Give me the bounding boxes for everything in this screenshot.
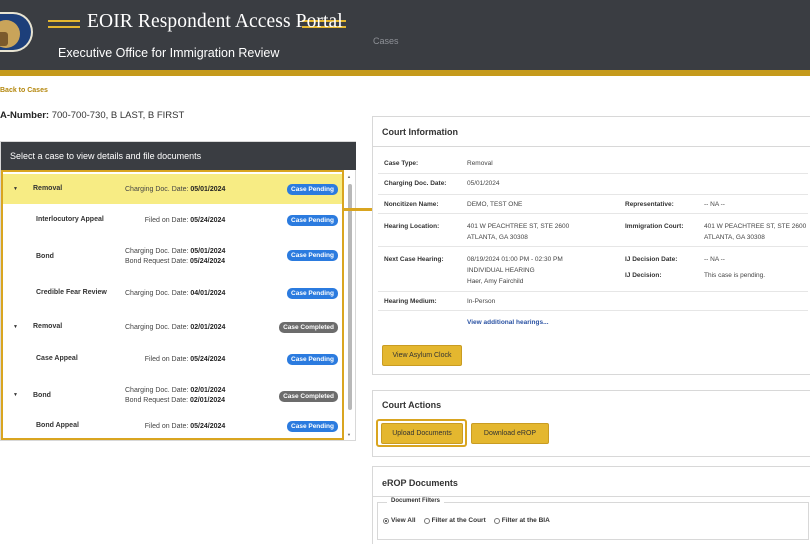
case-info: Charging Doc. Date: 05/01/2024 Bond Reque… (125, 248, 226, 265)
charging-doc-value: 05/01/2024 (467, 180, 500, 187)
next-hearing-value: 08/19/2024 01:00 PM - 02:30 PM INDIVIDUAL… (467, 256, 563, 285)
cases-list: ▼ Removal Charging Doc. Date: 05/01/2024… (1, 170, 344, 440)
case-info: Charging Doc. Date: 02/01/2024 Bond Reque… (125, 387, 226, 404)
case-row-bond-1[interactable]: Bond Charging Doc. Date: 05/01/2024 Bond … (3, 238, 342, 274)
noncitizen-value: DEMO, TEST ONE (467, 201, 523, 208)
app-title: EOIR Respondent Access Portal (87, 11, 343, 32)
a-number-value: 700-700-730, B LAST, B FIRST (51, 110, 185, 121)
ij-decision-date-value: -- NA -- (704, 256, 725, 263)
view-asylum-clock-button[interactable]: View Asylum Clock (382, 345, 462, 366)
app-header: EOIR Respondent Access Portal Executive … (0, 0, 810, 70)
case-name: Credible Fear Review (36, 289, 107, 296)
view-additional-hearings-link[interactable]: View additional hearings... (467, 319, 549, 326)
app-subtitle: Executive Office for Immigration Review (58, 46, 280, 60)
case-info: Filed on Date: 05/24/2024 (144, 356, 226, 363)
document-filters: Document Filters View All Filter at the … (377, 498, 809, 540)
download-erop-button[interactable]: Download eROP (471, 423, 549, 444)
status-badge: Case Pending (287, 354, 338, 365)
case-row-removal-1[interactable]: ▼ Removal Charging Doc. Date: 05/01/2024… (3, 174, 342, 204)
case-name: Bond (36, 253, 54, 260)
erop-title: eROP Documents (382, 478, 458, 488)
expand-caret-icon[interactable]: ▼ (13, 186, 18, 192)
hearing-location-value: 401 W PEACHTREE ST, STE 2600 ATLANTA, GA … (467, 223, 570, 241)
document-filter-options: View All Filter at the Court Filter at t… (383, 517, 550, 524)
case-name: Removal (33, 185, 63, 192)
case-row-bond-2[interactable]: ▼ Bond Charging Doc. Date: 02/01/2024 Bon… (3, 378, 342, 414)
case-info: Charging Doc. Date: 05/01/2024 (125, 186, 226, 193)
a-number: A-Number: 700-700-730, B LAST, B FIRST (0, 110, 184, 121)
status-badge: Case Pending (287, 215, 338, 226)
expand-caret-icon[interactable]: ▼ (13, 392, 18, 398)
scroll-up-icon[interactable]: ▲ (347, 174, 351, 179)
document-filters-legend: Document Filters (387, 498, 445, 504)
case-row-bond-appeal[interactable]: Bond Appeal Filed on Date: 05/24/2024 Ca… (3, 414, 342, 438)
scrollbar-thumb[interactable] (348, 184, 352, 410)
immigration-court-value: 401 W PEACHTREE ST, STE 2600 ATLANTA, GA … (704, 223, 807, 241)
status-badge: Case Pending (287, 421, 338, 432)
immigration-court-label: Immigration Court: (625, 223, 684, 230)
next-hearing-label: Next Case Hearing: (384, 256, 444, 263)
case-name: Case Appeal (36, 355, 78, 362)
status-badge: Case Pending (287, 250, 338, 261)
nav-cases-link[interactable]: Cases (373, 36, 399, 46)
expand-caret-icon[interactable]: ▼ (13, 324, 18, 330)
case-name: Bond (33, 392, 51, 399)
status-badge: Case Completed (279, 322, 338, 333)
case-name: Removal (33, 323, 63, 330)
representative-value: -- NA -- (704, 201, 725, 208)
case-info: Charging Doc. Date: 02/01/2024 (125, 324, 226, 331)
case-info: Filed on Date: 05/24/2024 (144, 423, 226, 430)
court-actions-card: Court Actions Upload Documents Download … (372, 390, 810, 457)
case-type-value: Removal (467, 160, 493, 167)
hearing-medium-value: In-Person (467, 298, 496, 305)
doj-seal-logo (0, 12, 33, 52)
status-badge: Case Completed (279, 391, 338, 402)
header-accent-bar (0, 70, 810, 76)
noncitizen-label: Noncitizen Name: (384, 201, 439, 208)
case-row-removal-2[interactable]: ▼ Removal Charging Doc. Date: 02/01/2024… (3, 312, 342, 342)
case-info: Charging Doc. Date: 04/01/2024 (125, 290, 226, 297)
cases-panel-heading: Select a case to view details and file d… (1, 142, 356, 170)
a-number-label: A-Number: (0, 110, 50, 121)
cases-scrollbar[interactable]: ▲ ▼ (347, 174, 354, 438)
filter-view-all-radio[interactable]: View All (383, 517, 416, 524)
representative-label: Representative: (625, 201, 674, 208)
hearing-location-label: Hearing Location: (384, 223, 440, 230)
case-name: Interlocutory Appeal (36, 216, 104, 223)
status-badge: Case Pending (287, 184, 338, 195)
cases-panel: Select a case to view details and file d… (0, 141, 356, 441)
filter-bia-radio[interactable]: Filter at the BIA (493, 517, 550, 524)
back-to-cases-link[interactable]: Back to Cases (0, 87, 48, 94)
case-name: Bond Appeal (36, 422, 79, 429)
hearing-medium-label: Hearing Medium: (384, 298, 437, 305)
upload-documents-button[interactable]: Upload Documents (381, 423, 463, 444)
case-row-case-appeal[interactable]: Case Appeal Filed on Date: 05/24/2024 Ca… (3, 344, 342, 374)
charging-doc-label: Charging Doc. Date: (384, 180, 447, 187)
status-badge: Case Pending (287, 288, 338, 299)
case-info: Filed on Date: 05/24/2024 (144, 217, 226, 224)
erop-documents-card: eROP Documents Document Filters View All… (372, 466, 810, 544)
case-row-credible-fear-review[interactable]: Credible Fear Review Charging Doc. Date:… (3, 278, 342, 308)
ij-decision-date-label: IJ Decision Date: (625, 256, 678, 263)
ij-decision-value: This case is pending. (704, 272, 766, 279)
court-information-card: Court Information Case Type: Removal Cha… (372, 116, 810, 375)
court-actions-title: Court Actions (382, 400, 442, 410)
filter-court-radio[interactable]: Filter at the Court (423, 517, 486, 524)
scroll-down-icon[interactable]: ▼ (347, 432, 351, 437)
case-row-interlocutory-appeal[interactable]: Interlocutory Appeal Filed on Date: 05/2… (3, 206, 342, 234)
court-info-title: Court Information (382, 127, 458, 137)
ij-decision-label: IJ Decision: (625, 272, 662, 279)
case-type-label: Case Type: (384, 160, 419, 167)
